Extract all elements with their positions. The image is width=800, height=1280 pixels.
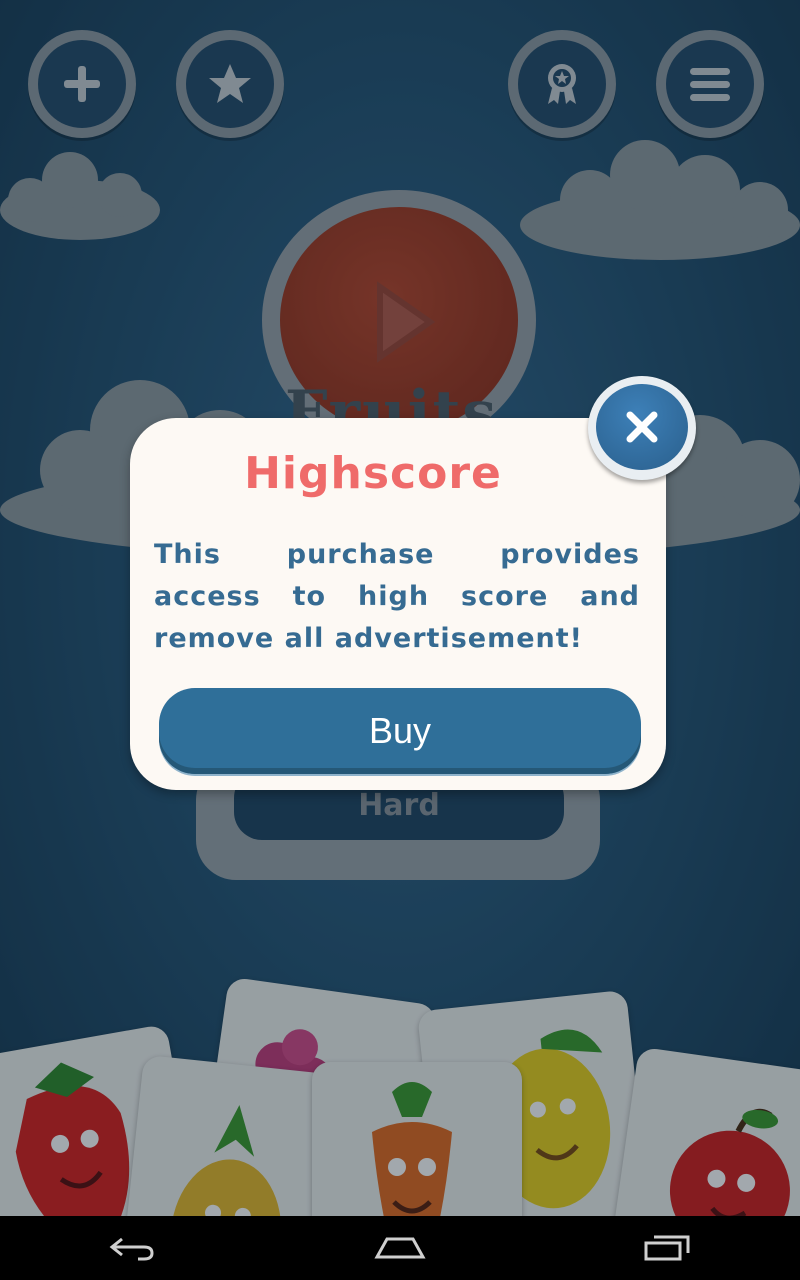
buy-button[interactable]: Buy xyxy=(159,688,641,774)
highscore-dialog: Highscore This purchase provides access … xyxy=(130,418,666,790)
recent-apps-icon xyxy=(644,1235,690,1261)
home-icon xyxy=(374,1237,426,1259)
back-button[interactable] xyxy=(93,1223,173,1273)
recent-apps-button[interactable] xyxy=(627,1223,707,1273)
system-navigation-bar xyxy=(0,1216,800,1280)
dialog-title: Highscore xyxy=(244,448,502,499)
home-button[interactable] xyxy=(360,1223,440,1273)
back-icon xyxy=(109,1237,154,1261)
close-icon xyxy=(626,411,658,443)
close-button[interactable] xyxy=(588,376,696,480)
dialog-message: This purchase provides access to high sc… xyxy=(154,539,640,654)
